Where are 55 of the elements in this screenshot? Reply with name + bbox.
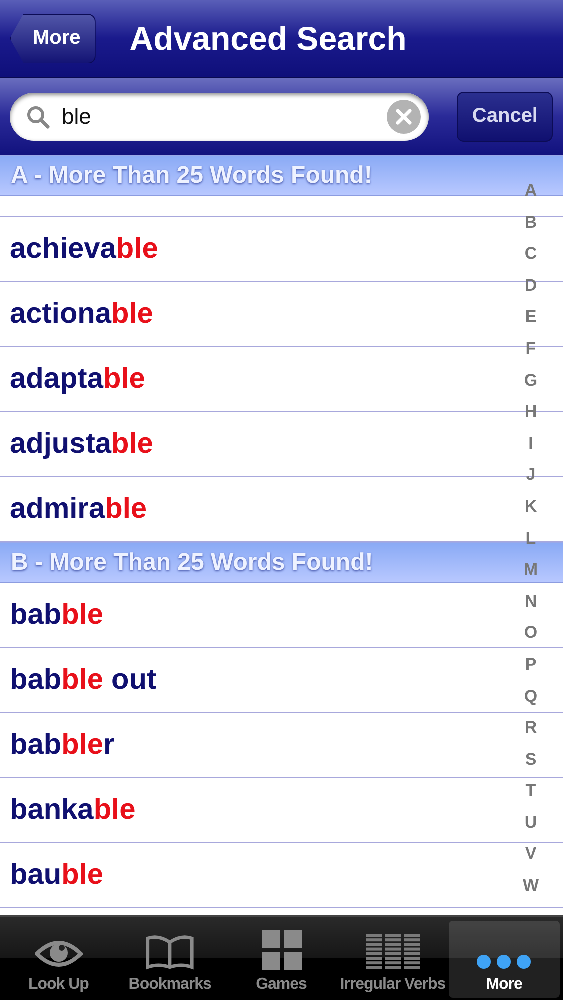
index-letter[interactable]: E <box>525 301 537 333</box>
result-word: adjustable <box>10 428 154 460</box>
result-row[interactable]: adjustable <box>0 412 505 476</box>
index-letter[interactable]: R <box>524 712 538 744</box>
tab[interactable]: More <box>448 921 560 998</box>
back-button[interactable]: More <box>10 14 96 64</box>
search-icon <box>26 104 50 128</box>
tab[interactable]: Games <box>226 921 338 998</box>
result-word: babble <box>10 598 104 632</box>
index-letter[interactable]: V <box>525 838 537 870</box>
result-row[interactable]: achievable <box>0 217 505 281</box>
index-letter[interactable]: W <box>522 870 540 902</box>
tab[interactable]: Irregular Verbs <box>337 921 449 998</box>
result-row[interactable]: admirable <box>0 477 505 541</box>
index-letter[interactable]: M <box>524 554 538 586</box>
index-letter[interactable]: O <box>524 617 538 649</box>
result-word: actionable <box>10 298 154 330</box>
result-row[interactable]: babble <box>0 583 505 647</box>
result-word: bauble <box>10 858 104 892</box>
index-letter[interactable]: A <box>524 175 538 207</box>
index-letter[interactable]: C <box>524 238 538 270</box>
result-word: achievable <box>10 232 158 266</box>
index-letter[interactable]: T <box>526 775 536 807</box>
cancel-button[interactable]: Cancel <box>457 92 553 142</box>
result-word: admirable <box>10 492 148 526</box>
book-icon <box>145 934 196 970</box>
result-word: babble out <box>10 664 157 696</box>
result-row[interactable]: babble out <box>0 648 505 712</box>
tab[interactable]: Look Up <box>3 921 114 998</box>
more-dots-icon <box>476 954 532 970</box>
result-word: babbler <box>10 728 115 762</box>
tab[interactable]: Bookmarks <box>114 921 226 998</box>
index-letter[interactable]: I <box>528 428 534 460</box>
index-letter[interactable]: K <box>524 490 538 523</box>
index-letter[interactable]: B <box>524 206 538 238</box>
index-letter[interactable]: G <box>524 364 538 396</box>
result-row[interactable]: bauble <box>0 843 505 907</box>
grid-icon <box>262 930 302 970</box>
result-row[interactable]: bankable <box>0 778 505 842</box>
clear-icon[interactable] <box>387 100 422 134</box>
result-row[interactable]: babbler <box>0 713 505 777</box>
result-word: bankable <box>10 794 136 826</box>
search-input[interactable]: ble <box>60 102 378 130</box>
lines-icon <box>366 934 420 970</box>
eye-icon <box>34 938 83 970</box>
index-letter[interactable]: P <box>525 648 537 680</box>
screen-title: Advanced Search <box>130 20 407 58</box>
index-letter[interactable]: U <box>524 806 538 838</box>
result-row[interactable]: actionable <box>0 282 505 346</box>
search-field[interactable]: ble <box>10 92 430 140</box>
index-letter[interactable]: Q <box>524 680 538 712</box>
result-word: adaptable <box>10 362 146 396</box>
result-row[interactable]: adaptable <box>0 347 505 411</box>
index-letter[interactable]: N <box>524 586 538 618</box>
index-letter[interactable]: S <box>525 744 537 776</box>
